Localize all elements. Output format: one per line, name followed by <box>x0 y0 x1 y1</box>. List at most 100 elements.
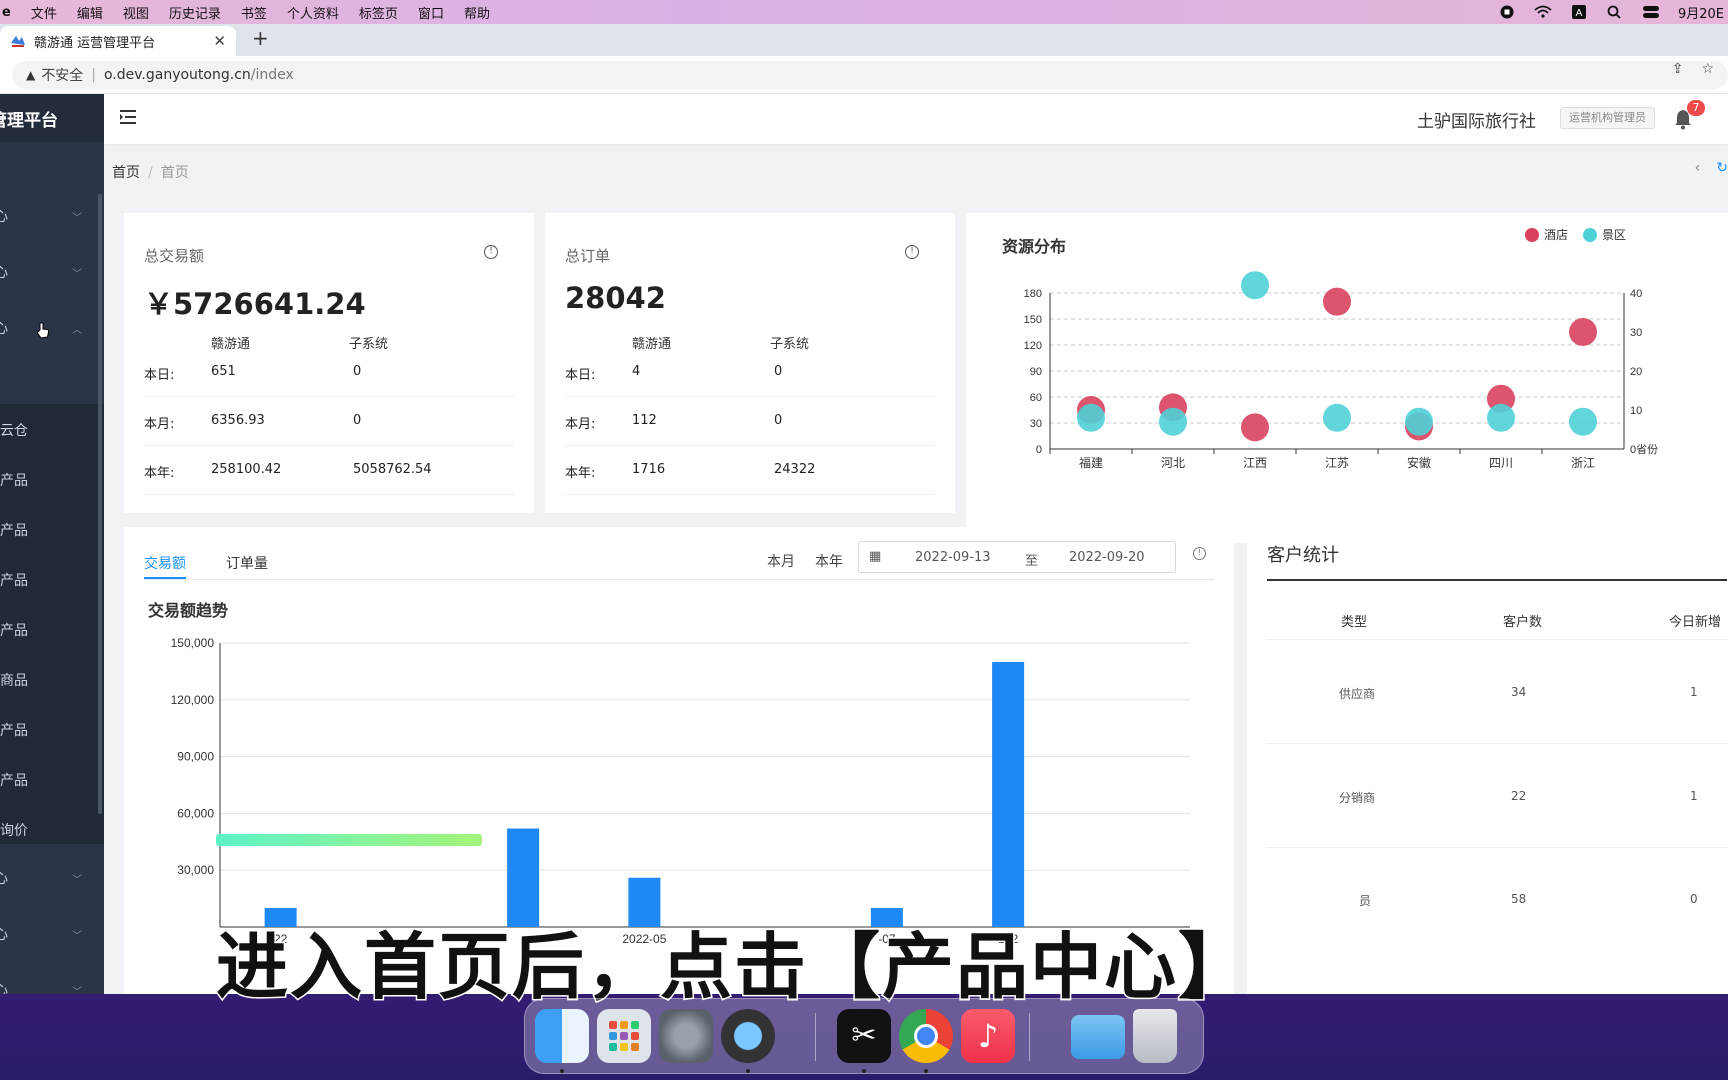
y-tick-label: 60,000 <box>177 806 214 820</box>
submenu-item-2[interactable]: 产品 <box>0 470 28 490</box>
submenu-item-9[interactable]: 询价 <box>0 820 28 840</box>
info-icon[interactable]: ! <box>1193 547 1206 560</box>
menu-toggle-icon[interactable] <box>120 109 138 125</box>
info-icon[interactable]: ! <box>905 245 919 259</box>
trash-icon[interactable] <box>1133 1009 1177 1063</box>
y-tick-label: 0 <box>1036 444 1042 456</box>
x-tick-label: 22 <box>274 932 288 946</box>
sidebar-menu-label: 心 <box>0 321 8 337</box>
chevron-left-icon[interactable]: ‹ <box>1695 160 1701 176</box>
folder-icon[interactable] <box>1071 1015 1125 1059</box>
table-cell: 58 <box>1511 892 1527 906</box>
y-tick-label: 150,000 <box>171 636 215 650</box>
role-tag: 运营机构管理员 <box>1560 107 1655 129</box>
table-cell: 分销商 <box>1339 791 1376 805</box>
submenu-item-4[interactable]: 产品 <box>0 570 28 590</box>
sidebar-menu-6[interactable]: 心 ﹀ <box>0 970 104 994</box>
tab-close-icon[interactable]: ✕ <box>213 32 226 50</box>
sidebar-menu-4[interactable]: 心 ﹀ <box>0 858 104 898</box>
period-year[interactable]: 本年 <box>815 551 843 571</box>
scatter-point <box>1405 407 1433 436</box>
wifi-icon[interactable] <box>1534 5 1552 19</box>
spotlight-search-icon[interactable] <box>1606 5 1624 19</box>
music-icon[interactable]: ♪ <box>961 1009 1015 1063</box>
chrome-icon[interactable] <box>899 1009 953 1063</box>
y-tick-label: 150 <box>1024 314 1042 326</box>
stat-row-value: 0 <box>353 364 362 379</box>
capcut-icon[interactable]: ✂ <box>837 1009 891 1063</box>
date-range-picker[interactable]: ▦ 2022-09-13 至 2022-09-20 <box>858 541 1176 573</box>
tab-orders[interactable]: 订单量 <box>226 553 268 573</box>
sidebar-menu-2[interactable]: 心 ﹀ <box>0 252 104 292</box>
stat-row-value: 112 <box>632 413 657 428</box>
row-divider <box>1267 639 1727 640</box>
stat-row-label: 本月: <box>144 417 175 432</box>
menu-tabs[interactable]: 标签页 <box>359 3 398 22</box>
customer-stats-card: 客户统计 类型 客户数 今日新增 供应商 34 1 分销商 22 1 员 58 … <box>1247 527 1728 994</box>
period-month[interactable]: 本月 <box>767 551 795 571</box>
insecure-label[interactable]: 不安全 <box>41 65 83 85</box>
submenu-item-6[interactable]: 商品 <box>0 670 28 690</box>
x-tick-label: 河北 <box>1161 456 1185 470</box>
quicktime-icon[interactable] <box>721 1009 775 1063</box>
system-preferences-icon[interactable] <box>659 1009 713 1063</box>
record-icon[interactable] <box>1498 5 1516 19</box>
menu-help[interactable]: 帮助 <box>464 3 490 22</box>
organization-name[interactable]: 土驴国际旅行社 <box>1417 107 1536 132</box>
scroll-slider-handle[interactable] <box>216 834 482 846</box>
submenu-item-1[interactable]: 云仓 <box>0 420 28 440</box>
new-tab-button[interactable]: + <box>252 26 269 50</box>
address-bar[interactable]: ▲ 不安全 | o.dev.ganyoutong.cn/index <box>12 61 1728 89</box>
menu-history[interactable]: 历史记录 <box>169 3 221 22</box>
submenu-item-3[interactable]: 产品 <box>0 520 28 540</box>
stat-value: ￥5726641.24 <box>144 287 366 321</box>
share-icon[interactable]: ⇪ <box>1672 61 1684 77</box>
submenu-item-5[interactable]: 产品 <box>0 620 28 640</box>
breadcrumb-home[interactable]: 首页 <box>112 165 140 181</box>
bar <box>870 908 903 927</box>
info-icon[interactable]: ! <box>484 245 498 259</box>
menu-profile[interactable]: 个人资料 <box>287 3 339 22</box>
chrome-center <box>914 1024 938 1048</box>
stat-title: 总订单 <box>565 247 611 265</box>
running-indicator <box>746 1069 750 1073</box>
finder-icon[interactable] <box>535 1009 589 1063</box>
date-range-separator: 至 <box>1025 554 1039 569</box>
control-center-icon[interactable] <box>1642 5 1660 19</box>
menubar-date[interactable]: 9月20E <box>1678 3 1724 22</box>
tab-revenue[interactable]: 交易额 <box>144 553 186 573</box>
date-range-end[interactable]: 2022-09-20 <box>1069 550 1145 565</box>
menu-view[interactable]: 视图 <box>123 3 149 22</box>
table-cell: 1 <box>1690 685 1698 699</box>
refresh-icon[interactable]: ↻ <box>1716 160 1728 176</box>
url-text[interactable]: o.dev.ganyoutong.cn/index <box>104 67 294 83</box>
scatter-point <box>1569 407 1597 436</box>
sidebar-menu-1[interactable]: 心 ﹀ <box>0 196 104 236</box>
menubar-app-name[interactable]: e <box>2 5 11 20</box>
running-indicator <box>862 1069 866 1073</box>
bookmark-star-icon[interactable]: ☆ <box>1701 61 1714 77</box>
stat-row-value: 5058762.54 <box>353 462 432 477</box>
date-range-start[interactable]: 2022-09-13 <box>915 550 991 565</box>
sidebar-scrollbar[interactable] <box>98 194 102 814</box>
submenu-item-8[interactable]: 产品 <box>0 770 28 790</box>
menu-file[interactable]: 文件 <box>31 3 57 22</box>
sidebar-logo[interactable]: 管理平台 <box>0 94 104 142</box>
menu-bookmarks[interactable]: 书签 <box>241 3 267 22</box>
submenu-item-7[interactable]: 产品 <box>0 720 28 740</box>
stat-row-value: 651 <box>211 364 236 379</box>
stat-title: 总交易额 <box>144 247 205 265</box>
scatter-point <box>1323 403 1351 432</box>
warning-icon[interactable]: ▲ <box>26 68 35 82</box>
browser-tab-active[interactable]: 赣游通 运营管理平台 ✕ <box>0 26 236 56</box>
sidebar-menu-label: 心 <box>0 209 8 225</box>
scatter-point <box>1241 271 1269 300</box>
stat-row: 本日: 4 0 <box>565 349 935 397</box>
launchpad-icon[interactable] <box>597 1009 651 1063</box>
menu-edit[interactable]: 编辑 <box>77 3 103 22</box>
sidebar-menu-5[interactable]: 心 ﹀ <box>0 914 104 954</box>
sidebar-menu-product-center[interactable]: 心 ︿ <box>0 308 104 348</box>
stat-row: 本年: 1716 24322 <box>565 447 935 495</box>
input-method-icon[interactable]: A <box>1570 5 1588 19</box>
menu-window[interactable]: 窗口 <box>418 3 444 22</box>
